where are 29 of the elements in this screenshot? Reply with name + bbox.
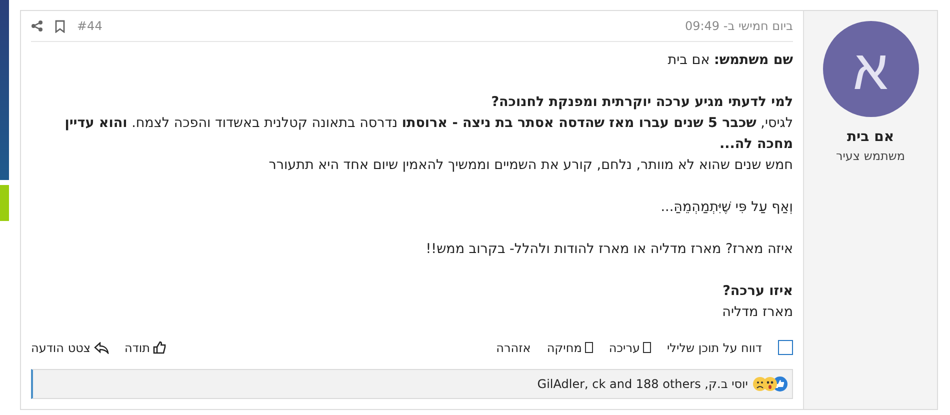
post-text: וְאַף עַל פִּי שֶׁיִּתְמַהְמֵהַּ... [660, 198, 793, 217]
post-action-link[interactable]: אזהרה [496, 340, 531, 354]
reply-icon [94, 342, 109, 354]
tab-edge [0, 185, 9, 221]
avatar: א [822, 21, 918, 117]
post-text: למי לדעתי מגיע ערכה יוקרתית ומפנקת לחנוכה? [490, 93, 793, 112]
select-checkbox[interactable] [778, 340, 793, 355]
post-number[interactable]: #44 [77, 19, 102, 33]
user-title: משתמש צעיר [836, 149, 906, 163]
bookmark-icon[interactable] [55, 20, 65, 32]
thumbs-up-icon [153, 341, 166, 354]
post-action-link[interactable]: דווח על תוכן שלילי [667, 340, 762, 354]
post-text: לגיסי, שכבר 5 שנים עברו מאז שהדסה אסתר בת ניצה - ארוסתו נדרסה בתאונה קטלנית באשדוד והפכה לצמח. והוא עדיין מחכה לה... [64, 114, 793, 154]
post-text: שם משתמש: אם בית [666, 51, 793, 70]
box-icon [584, 342, 593, 353]
box-icon [643, 342, 651, 353]
post-text: חמש שנים שהוא לא מוותר, נלחם, קורע את השמיים וממשיך להאמין שיום אחד היא תתעורר [268, 156, 793, 175]
post-action-link[interactable]: מחיקה [546, 340, 593, 354]
post-text: איזה מארז? מארז מדליה או מארז להודות ולהלל- בקרוב ממש!! [424, 240, 793, 259]
username[interactable]: אם בית [846, 129, 894, 145]
post-time[interactable]: ביום חמישי ב- 09:49 [684, 19, 793, 33]
share-icon[interactable] [31, 20, 43, 32]
reactions-text[interactable]: יוסי ב.ק, GilAdler, ck and 188 others [537, 377, 748, 391]
post-text: איזו ערכה? [722, 282, 793, 301]
reply-action-link[interactable]: תודה [124, 340, 166, 354]
post-action-link[interactable]: עריכה [608, 340, 651, 354]
post-text: מארז מדליה [721, 303, 793, 322]
reaction-icons[interactable] [752, 376, 788, 392]
reply-action-link[interactable]: צטט הודעה [31, 340, 109, 354]
